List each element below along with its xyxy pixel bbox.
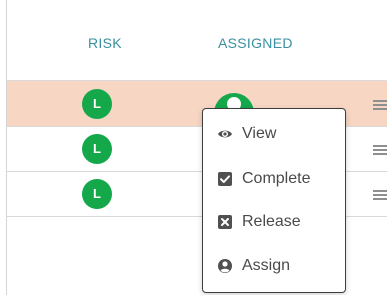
eye-icon: [218, 130, 232, 138]
menu-item-complete[interactable]: Complete: [203, 164, 345, 194]
column-header-risk[interactable]: RISK: [88, 35, 122, 51]
row-context-menu: View Complete Release Assign: [202, 108, 346, 293]
row-menu-icon[interactable]: [373, 145, 387, 156]
menu-item-label: Complete: [242, 170, 311, 187]
table-header: RISK ASSIGNED: [7, 0, 387, 81]
menu-item-assign[interactable]: Assign: [203, 251, 345, 281]
risk-badge: L: [82, 89, 112, 119]
row-menu-icon[interactable]: [373, 190, 387, 201]
menu-item-label: View: [242, 125, 277, 142]
menu-item-release[interactable]: Release: [203, 207, 345, 237]
column-header-assigned[interactable]: ASSIGNED: [218, 35, 293, 51]
risk-badge: L: [82, 179, 112, 209]
checkbox-checked-icon: [218, 172, 232, 186]
risk-badge: L: [82, 134, 112, 164]
menu-item-label: Release: [242, 213, 301, 230]
row-menu-icon[interactable]: [373, 100, 387, 111]
menu-item-view[interactable]: View: [203, 119, 345, 149]
checkbox-x-icon: [218, 215, 232, 229]
menu-item-label: Assign: [242, 257, 291, 274]
user-circle-icon: [218, 259, 232, 273]
task-table: RISK ASSIGNED L L L View Complete Releas…: [0, 0, 387, 295]
